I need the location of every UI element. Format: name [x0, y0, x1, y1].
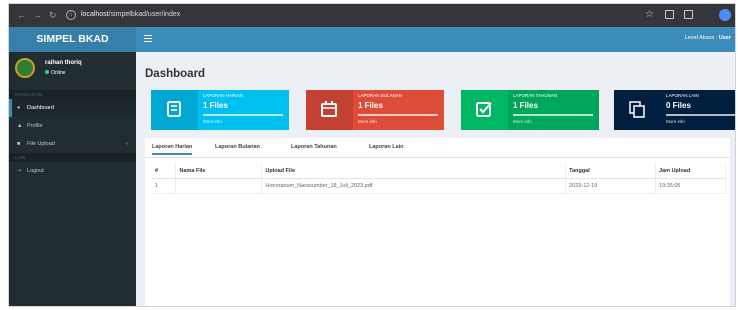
back-icon[interactable]: ← [17, 10, 26, 20]
sidebar-item-profile[interactable]: ▲ Profile [9, 117, 136, 135]
profile-avatar-icon[interactable] [719, 9, 731, 21]
more-info-link[interactable]: More info [203, 119, 222, 124]
user-name: raihan thoriq [45, 60, 82, 66]
stat-box-laporan-tahunan: LAPORAN TAHUNAN 1 Files More info [461, 90, 599, 130]
column-header-number[interactable]: # [152, 164, 177, 179]
tab-laporan-harian[interactable]: Laporan Harian [152, 144, 193, 155]
cell-upload-file[interactable]: Honorarium_Narasumber_18_Juli_2023.pdf [261, 178, 567, 194]
forward-icon[interactable]: → [33, 10, 42, 20]
column-header-jam-upload[interactable]: Jam Upload [655, 164, 726, 179]
access-level-prefix: Level Akses : [684, 35, 718, 41]
sidebar-item-logout[interactable]: ➜ Logout [9, 162, 136, 180]
table-row: 1 Honorarium_Narasumber_18_Juli_2023.pdf… [152, 178, 726, 194]
sidebar-item-file-upload[interactable]: ■ File Upload ‹ [9, 135, 136, 153]
menu-toggle-icon[interactable] [144, 35, 152, 42]
more-info-link[interactable]: More info [666, 119, 685, 124]
column-header-nama-file[interactable]: Nama File [175, 164, 263, 179]
table-header-row: # Nama File Upload File Tanggal Jam Uplo… [152, 164, 726, 179]
file-upload-icon: ■ [17, 141, 21, 147]
user-status-text: Online [51, 70, 66, 76]
stat-box-count: 1 Files [358, 101, 383, 110]
report-tabs-panel: Laporan Harian Laporan Bulanan Laporan T… [145, 138, 730, 306]
stat-box-laporan-bulanan: LAPORAN BULANAN 1 Files More info [306, 90, 444, 130]
stat-box-count: 1 Files [203, 101, 228, 110]
check-square-icon [461, 90, 508, 130]
sidebar-item-label: File Upload [27, 141, 55, 147]
sidebar-item-label: Logout [27, 168, 44, 174]
app-logo[interactable]: SIMPEL BKAD [9, 27, 136, 52]
sidebar-item-label: Dashboard [27, 105, 54, 111]
sidepanel-icon[interactable] [684, 10, 693, 19]
tab-laporan-tahunan[interactable]: Laporan Tahunan [291, 144, 337, 150]
stat-box-title: LAPORAN LAIN [666, 93, 699, 98]
stat-box-title: LAPORAN BULANAN [358, 93, 403, 98]
bookmark-star-icon[interactable]: ☆ [645, 9, 654, 20]
column-header-upload-file[interactable]: Upload File [261, 164, 567, 179]
sidebar-section-navigation: NAVIGATION [9, 90, 136, 99]
cell-nama-file [175, 178, 263, 194]
app-frame: ← → ↻ i localhost/simpelbkad/user/index … [8, 3, 736, 307]
files-table: # Nama File Upload File Tanggal Jam Uplo… [152, 164, 726, 194]
chevron-left-icon: ‹ [126, 141, 128, 147]
stat-box-divider [358, 114, 438, 116]
cell-tanggal: 2023-12-19 [565, 178, 657, 194]
access-level-value: User [718, 35, 731, 41]
column-header-tanggal[interactable]: Tanggal [565, 164, 657, 179]
stat-box-laporan-lain: LAPORAN LAIN 0 Files More info [614, 90, 735, 130]
top-navbar: Level Akses : User [136, 27, 735, 52]
cell-number: 1 [152, 178, 177, 194]
tab-laporan-bulanan[interactable]: Laporan Bulanan [215, 144, 260, 150]
stat-box-title: LAPORAN HARIAN [203, 93, 243, 98]
more-info-link[interactable]: More info [513, 119, 532, 124]
stat-box-divider [666, 114, 735, 116]
calendar-icon [306, 90, 353, 130]
cell-jam-upload: 19:35:05 [655, 178, 726, 194]
sign-out-icon: ➜ [17, 168, 22, 174]
page-title: Dashboard [145, 68, 206, 80]
sidebar-item-label: Profile [27, 123, 43, 129]
user-avatar [15, 58, 35, 78]
extensions-icon[interactable] [665, 10, 674, 19]
access-level: Level Akses : User [685, 35, 731, 41]
user-icon: ▲ [17, 123, 23, 129]
online-dot-icon [45, 70, 49, 74]
tachometer-icon: ● [17, 105, 21, 111]
main-content: Dashboard LAPORAN HARIAN 1 Files More in… [136, 52, 735, 306]
stat-box-count: 1 Files [513, 101, 538, 110]
user-status: Online [45, 70, 65, 76]
url-path: /simpelbkad/user/index [108, 11, 181, 18]
url-host: localhost [81, 11, 109, 18]
stat-box-divider [203, 114, 283, 116]
copy-icon [614, 90, 661, 130]
user-panel: raihan thoriq Online [9, 52, 136, 90]
book-icon [151, 90, 198, 130]
browser-toolbar: ← → ↻ i localhost/simpelbkad/user/index … [9, 4, 735, 27]
tab-bar: Laporan Harian Laporan Bulanan Laporan T… [145, 138, 730, 158]
sidebar-item-dashboard[interactable]: ● Dashboard [9, 99, 136, 117]
stat-box-title: LAPORAN TAHUNAN [513, 93, 558, 98]
sidebar-section-other: LAIN [9, 153, 136, 162]
more-info-link[interactable]: More info [358, 119, 377, 124]
address-bar[interactable]: localhost/simpelbkad/user/index [81, 11, 180, 18]
sidebar: SIMPEL BKAD raihan thoriq Online NAVIGAT… [9, 27, 136, 306]
reload-icon[interactable]: ↻ [49, 10, 57, 21]
site-info-icon[interactable]: i [66, 10, 76, 20]
tab-laporan-lain[interactable]: Laporan Lain [369, 144, 404, 150]
stat-box-count: 0 Files [666, 101, 691, 110]
stat-box-divider [513, 114, 593, 116]
stat-box-laporan-harian: LAPORAN HARIAN 1 Files More info [151, 90, 289, 130]
